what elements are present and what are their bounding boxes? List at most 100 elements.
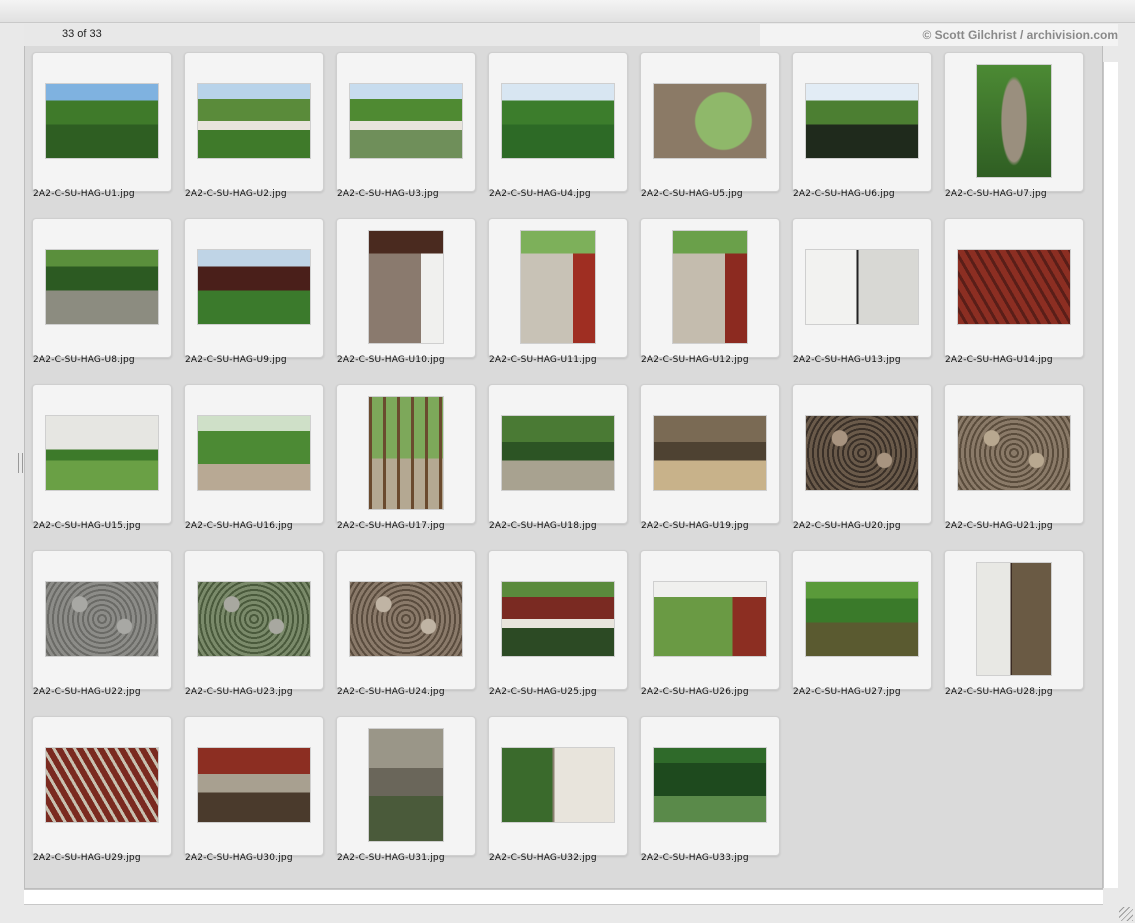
thumbnail-card[interactable] (792, 550, 932, 690)
thumbnail-cell[interactable]: 2A2-C-SU-HAG-U7.jpg (937, 46, 1084, 206)
thumbnail-cell[interactable]: 2A2-C-SU-HAG-U27.jpg (785, 544, 932, 704)
thumbnail-cell[interactable]: 2A2-C-SU-HAG-U16.jpg (177, 378, 324, 538)
thumbnail-card[interactable] (792, 52, 932, 192)
thumbnail-card[interactable] (336, 384, 476, 524)
thumbnail-card[interactable] (336, 550, 476, 690)
thumbnail-image[interactable] (806, 582, 918, 656)
thumbnail-image[interactable] (46, 250, 158, 324)
thumbnail-card[interactable] (640, 384, 780, 524)
thumbnail-cell[interactable]: 2A2-C-SU-HAG-U13.jpg (785, 212, 932, 372)
thumbnail-card[interactable] (184, 52, 324, 192)
thumbnail-cell[interactable]: 2A2-C-SU-HAG-U9.jpg (177, 212, 324, 372)
thumbnail-cell[interactable]: 2A2-C-SU-HAG-U22.jpg (25, 544, 172, 704)
thumbnail-image[interactable] (198, 748, 310, 822)
thumbnail-image[interactable] (198, 416, 310, 490)
thumbnail-cell[interactable]: 2A2-C-SU-HAG-U31.jpg (329, 710, 476, 870)
thumbnail-cell[interactable]: 2A2-C-SU-HAG-U2.jpg (177, 46, 324, 206)
thumbnail-cell[interactable]: 2A2-C-SU-HAG-U4.jpg (481, 46, 628, 206)
thumbnail-image[interactable] (806, 416, 918, 490)
thumbnail-image[interactable] (654, 416, 766, 490)
thumbnail-image[interactable] (806, 84, 918, 158)
thumbnail-card[interactable] (336, 52, 476, 192)
thumbnail-cell[interactable]: 2A2-C-SU-HAG-U15.jpg (25, 378, 172, 538)
thumbnail-card[interactable] (640, 716, 780, 856)
thumbnail-image[interactable] (198, 582, 310, 656)
thumbnail-cell[interactable]: 2A2-C-SU-HAG-U19.jpg (633, 378, 780, 538)
thumbnail-image[interactable] (654, 84, 766, 158)
thumbnail-cell[interactable]: 2A2-C-SU-HAG-U29.jpg (25, 710, 172, 870)
thumbnail-image[interactable] (198, 84, 310, 158)
thumbnail-card[interactable] (32, 550, 172, 690)
resize-grip-icon[interactable] (1119, 907, 1133, 921)
thumbnail-cell[interactable]: 2A2-C-SU-HAG-U20.jpg (785, 378, 932, 538)
thumbnail-cell[interactable]: 2A2-C-SU-HAG-U23.jpg (177, 544, 324, 704)
thumbnail-card[interactable] (32, 384, 172, 524)
thumbnail-cell[interactable]: 2A2-C-SU-HAG-U18.jpg (481, 378, 628, 538)
thumbnail-cell[interactable]: 2A2-C-SU-HAG-U30.jpg (177, 710, 324, 870)
thumbnail-image[interactable] (654, 582, 766, 656)
thumbnail-card[interactable] (944, 384, 1084, 524)
thumbnail-image[interactable] (369, 729, 443, 841)
thumbnail-card[interactable] (336, 218, 476, 358)
thumbnail-cell[interactable]: 2A2-C-SU-HAG-U32.jpg (481, 710, 628, 870)
thumbnail-image[interactable] (46, 748, 158, 822)
thumbnail-card[interactable] (488, 384, 628, 524)
thumbnail-card[interactable] (32, 218, 172, 358)
thumbnail-cell[interactable]: 2A2-C-SU-HAG-U10.jpg (329, 212, 476, 372)
thumbnail-cell[interactable]: 2A2-C-SU-HAG-U12.jpg (633, 212, 780, 372)
thumbnail-cell[interactable]: 2A2-C-SU-HAG-U3.jpg (329, 46, 476, 206)
thumbnail-image[interactable] (806, 250, 918, 324)
thumbnail-cell[interactable]: 2A2-C-SU-HAG-U24.jpg (329, 544, 476, 704)
thumbnail-card[interactable] (184, 550, 324, 690)
thumbnail-card[interactable] (792, 218, 932, 358)
thumbnail-cell[interactable]: 2A2-C-SU-HAG-U8.jpg (25, 212, 172, 372)
thumbnail-card[interactable] (944, 52, 1084, 192)
thumbnail-card[interactable] (184, 218, 324, 358)
vertical-scrollbar[interactable] (1103, 62, 1118, 888)
thumbnail-image[interactable] (502, 416, 614, 490)
thumbnail-image[interactable] (958, 250, 1070, 324)
thumbnail-card[interactable] (32, 52, 172, 192)
thumbnail-cell[interactable]: 2A2-C-SU-HAG-U14.jpg (937, 212, 1084, 372)
thumbnail-cell[interactable]: 2A2-C-SU-HAG-U17.jpg (329, 378, 476, 538)
thumbnail-image[interactable] (46, 582, 158, 656)
thumbnail-image[interactable] (46, 416, 158, 490)
thumbnail-card[interactable] (944, 218, 1084, 358)
thumbnail-card[interactable] (640, 550, 780, 690)
thumbnail-image[interactable] (46, 84, 158, 158)
thumbnail-card[interactable] (944, 550, 1084, 690)
thumbnail-cell[interactable]: 2A2-C-SU-HAG-U11.jpg (481, 212, 628, 372)
thumbnail-cell[interactable]: 2A2-C-SU-HAG-U6.jpg (785, 46, 932, 206)
thumbnail-image[interactable] (198, 250, 310, 324)
thumbnail-cell[interactable]: 2A2-C-SU-HAG-U26.jpg (633, 544, 780, 704)
thumbnail-cell[interactable]: 2A2-C-SU-HAG-U5.jpg (633, 46, 780, 206)
thumbnail-image[interactable] (502, 748, 614, 822)
thumbnail-image[interactable] (977, 563, 1051, 675)
thumbnail-image[interactable] (350, 84, 462, 158)
thumbnail-cell[interactable]: 2A2-C-SU-HAG-U21.jpg (937, 378, 1084, 538)
thumbnail-image[interactable] (350, 582, 462, 656)
thumbnail-card[interactable] (336, 716, 476, 856)
thumbnail-image[interactable] (958, 416, 1070, 490)
thumbnail-card[interactable] (792, 384, 932, 524)
thumbnail-card[interactable] (184, 384, 324, 524)
thumbnail-image[interactable] (502, 582, 614, 656)
thumbnail-card[interactable] (640, 52, 780, 192)
thumbnail-card[interactable] (488, 52, 628, 192)
thumbnail-image[interactable] (654, 748, 766, 822)
thumbnail-card[interactable] (32, 716, 172, 856)
thumbnail-cell[interactable]: 2A2-C-SU-HAG-U33.jpg (633, 710, 780, 870)
splitter-handle[interactable] (18, 453, 23, 473)
thumbnail-image[interactable] (977, 65, 1051, 177)
horizontal-scrollbar[interactable] (24, 889, 1103, 905)
thumbnail-image[interactable] (369, 231, 443, 343)
thumbnail-cell[interactable]: 2A2-C-SU-HAG-U25.jpg (481, 544, 628, 704)
thumbnail-card[interactable] (488, 550, 628, 690)
thumbnail-card[interactable] (184, 716, 324, 856)
thumbnail-card[interactable] (640, 218, 780, 358)
thumbnail-card[interactable] (488, 716, 628, 856)
thumbnail-cell[interactable]: 2A2-C-SU-HAG-U1.jpg (25, 46, 172, 206)
thumbnail-image[interactable] (369, 397, 443, 509)
thumbnail-image[interactable] (521, 231, 595, 343)
thumbnail-image[interactable] (673, 231, 747, 343)
